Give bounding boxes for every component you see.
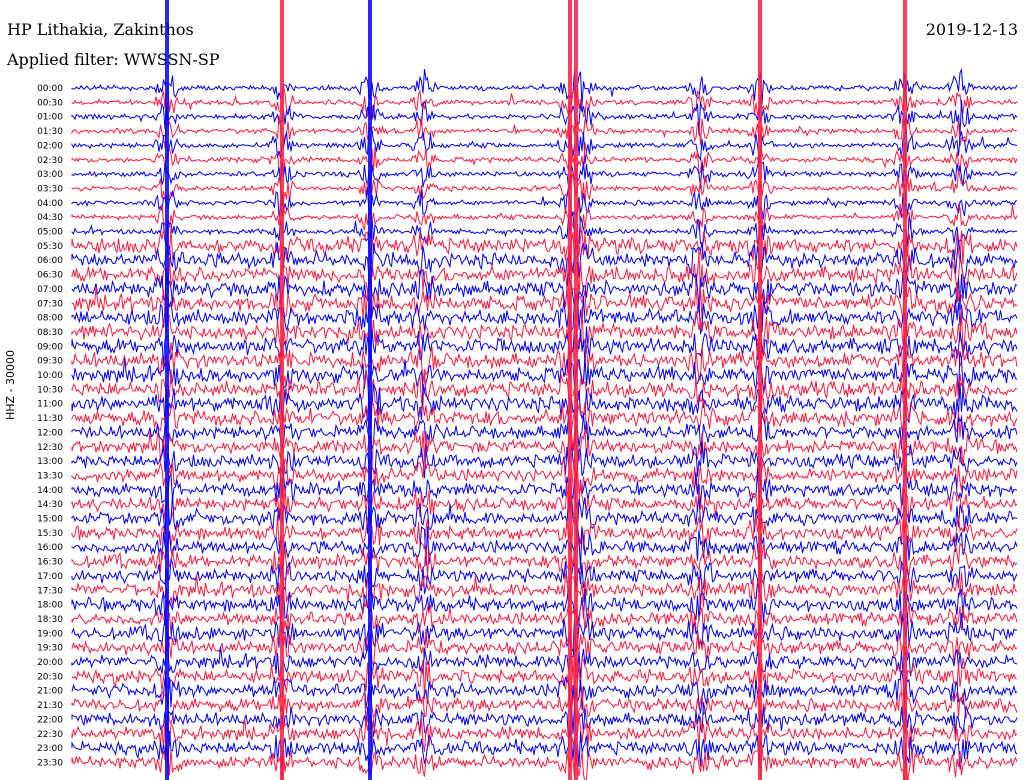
time-tick-label: 02:00: [37, 141, 63, 151]
time-tick-label: 14:00: [37, 486, 63, 496]
time-tick-label: 18:00: [37, 601, 63, 611]
time-tick-label: 08:30: [37, 328, 63, 338]
time-tick-label: 10:30: [37, 385, 63, 395]
time-tick-label: 15:00: [37, 515, 63, 525]
time-tick-label: 08:00: [37, 314, 63, 324]
time-tick-label: 20:30: [37, 672, 63, 682]
time-tick-label: 03:30: [37, 184, 63, 194]
time-tick-label: 00:00: [37, 84, 63, 94]
time-tick-label: 05:00: [37, 228, 63, 238]
time-tick-label: 01:30: [37, 127, 63, 137]
time-tick-label: 07:00: [37, 285, 63, 295]
seismic-trace: [71, 157, 1018, 191]
time-tick-label: 12:30: [37, 443, 63, 453]
seismogram-plot: 00:00 00:30 01:00 01:30 02:00 02:30 03:00 03:30…: [37, 0, 1018, 780]
seismic-trace: [71, 170, 1017, 206]
time-tick-label: 12:00: [37, 428, 63, 438]
time-tick-label: 07:30: [37, 299, 63, 309]
event-spike: [568, 0, 572, 780]
seismic-trace: [71, 67, 1018, 107]
event-spike: [574, 0, 578, 780]
time-tick-label: 14:30: [37, 500, 63, 510]
time-tick-label: 17:30: [37, 586, 63, 596]
time-tick-label: 21:00: [37, 687, 63, 697]
event-spike: [758, 0, 762, 780]
time-tick-label: 21:30: [37, 701, 63, 711]
time-tick-label: 04:30: [37, 213, 63, 223]
time-tick-label: 13:00: [37, 457, 63, 467]
time-tick-label: 06:30: [37, 271, 63, 281]
time-tick-label: 10:00: [37, 371, 63, 381]
time-tick-label: 09:30: [37, 357, 63, 367]
time-tick-label: 05:30: [37, 242, 63, 252]
time-tick-label: 09:00: [37, 342, 63, 352]
time-tick-label: 22:00: [37, 715, 63, 725]
time-tick-label: 01:00: [37, 113, 63, 123]
time-tick-label: 15:30: [37, 529, 63, 539]
time-tick-label: 04:00: [37, 199, 63, 209]
seismic-trace: [71, 85, 1018, 119]
seismic-trace: [71, 186, 1018, 220]
event-spike: [368, 0, 372, 780]
time-tick-label: 02:30: [37, 156, 63, 166]
seismic-trace: [71, 743, 1018, 780]
time-tick-label: 16:00: [37, 543, 63, 553]
time-tick-label: 13:30: [37, 471, 63, 481]
time-tick-label: 18:30: [37, 615, 63, 625]
time-tick-label: 22:30: [37, 730, 63, 740]
time-tick-label: 16:30: [37, 558, 63, 568]
time-tick-label: 11:00: [37, 400, 63, 410]
time-tick-label: 23:00: [37, 744, 63, 754]
time-tick-label: 06:00: [37, 256, 63, 266]
time-tick-label: 17:00: [37, 572, 63, 582]
time-tick-label: 19:30: [37, 644, 63, 654]
event-spike: [280, 0, 284, 780]
time-tick-label: 19:00: [37, 629, 63, 639]
time-tick-label: 20:00: [37, 658, 63, 668]
event-spike: [165, 0, 169, 780]
time-tick-label: 23:30: [37, 758, 63, 768]
seismic-trace: [71, 212, 1018, 250]
time-tick-label: 11:30: [37, 414, 63, 424]
event-spike: [903, 0, 907, 780]
time-tick-label: 00:30: [37, 98, 63, 108]
seismic-trace: [71, 465, 1018, 514]
time-tick-label: 03:00: [37, 170, 63, 180]
